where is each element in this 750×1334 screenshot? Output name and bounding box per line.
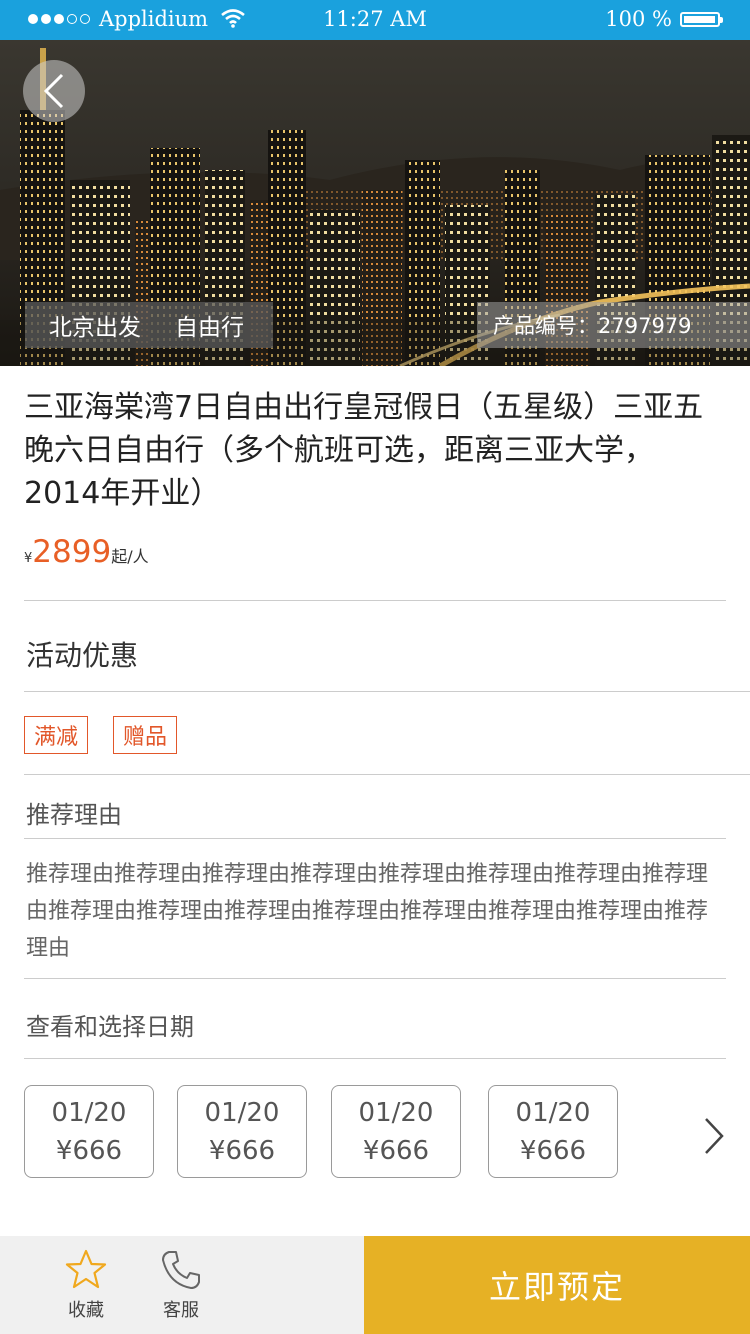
status-right: 100 % [605, 7, 723, 31]
promo-tag-gift[interactable]: 赠品 [113, 716, 177, 754]
date-option[interactable]: 01/20 ¥666 [24, 1085, 154, 1178]
promo-tag-discount[interactable]: 满减 [24, 716, 88, 754]
divider [24, 691, 750, 692]
divider [24, 774, 750, 775]
divider [24, 978, 726, 979]
chevron-right-icon[interactable] [698, 1113, 728, 1159]
phone-icon [162, 1251, 200, 1289]
recommendation-text: 推荐理由推荐理由推荐理由推荐理由推荐理由推荐理由推荐理由推荐理由推荐理由推荐理由… [26, 862, 709, 961]
date-option[interactable]: 01/20 ¥666 [177, 1085, 307, 1178]
carrier-name: Applidium [99, 7, 209, 31]
back-button[interactable] [23, 60, 85, 122]
date-option-price: ¥666 [55, 1135, 123, 1166]
date-option-date: 01/20 [51, 1097, 127, 1128]
date-option-price: ¥666 [208, 1135, 276, 1166]
battery-icon [680, 11, 723, 27]
date-option-price: ¥666 [362, 1135, 430, 1166]
battery-percent: 100 % [605, 7, 672, 31]
favorite-label: 收藏 [68, 1300, 104, 1321]
date-option[interactable]: 01/20 ¥666 [488, 1085, 618, 1178]
promotions-title: 活动优惠 [26, 639, 139, 672]
hero-image: 北京出发 自由行 产品编号：2797979 [0, 40, 750, 366]
price: ¥2899起/人 [24, 534, 149, 570]
bottom-bar: 收藏 客服 立即预定 [0, 1236, 750, 1334]
date-option-date: 01/20 [204, 1097, 280, 1128]
reserve-button[interactable]: 立即预定 [364, 1236, 750, 1334]
wifi-icon [221, 9, 245, 28]
favorite-button[interactable]: 收藏 [46, 1236, 126, 1334]
departure-city: 北京出发 [49, 315, 141, 341]
product-title: 三亚海棠湾7日自由出行皇冠假日（五星级）三亚五晚六日自由行（多个航班可选，距离三… [24, 390, 704, 511]
dates-title: 查看和选择日期 [26, 1013, 194, 1041]
price-unit: 起/人 [111, 547, 149, 566]
departure-tag: 北京出发 自由行 [25, 302, 273, 348]
customer-service-button[interactable]: 客服 [141, 1236, 221, 1334]
signal-icon [28, 14, 90, 24]
date-option-price: ¥666 [519, 1135, 587, 1166]
date-option[interactable]: 01/20 ¥666 [331, 1085, 461, 1178]
divider [24, 1058, 726, 1059]
product-code: 产品编号：2797979 [477, 302, 750, 348]
back-arrow-icon [43, 73, 64, 109]
star-icon [65, 1249, 107, 1289]
trip-type: 自由行 [175, 315, 244, 341]
price-value: 2899 [32, 534, 112, 570]
divider [24, 838, 726, 839]
status-left: Applidium [28, 7, 246, 31]
divider [24, 600, 726, 601]
recommendation-title: 推荐理由 [26, 801, 122, 829]
date-option-date: 01/20 [515, 1097, 591, 1128]
date-option-date: 01/20 [358, 1097, 434, 1128]
status-bar: Applidium 11:27 AM 100 % [0, 0, 750, 40]
service-label: 客服 [163, 1300, 199, 1321]
